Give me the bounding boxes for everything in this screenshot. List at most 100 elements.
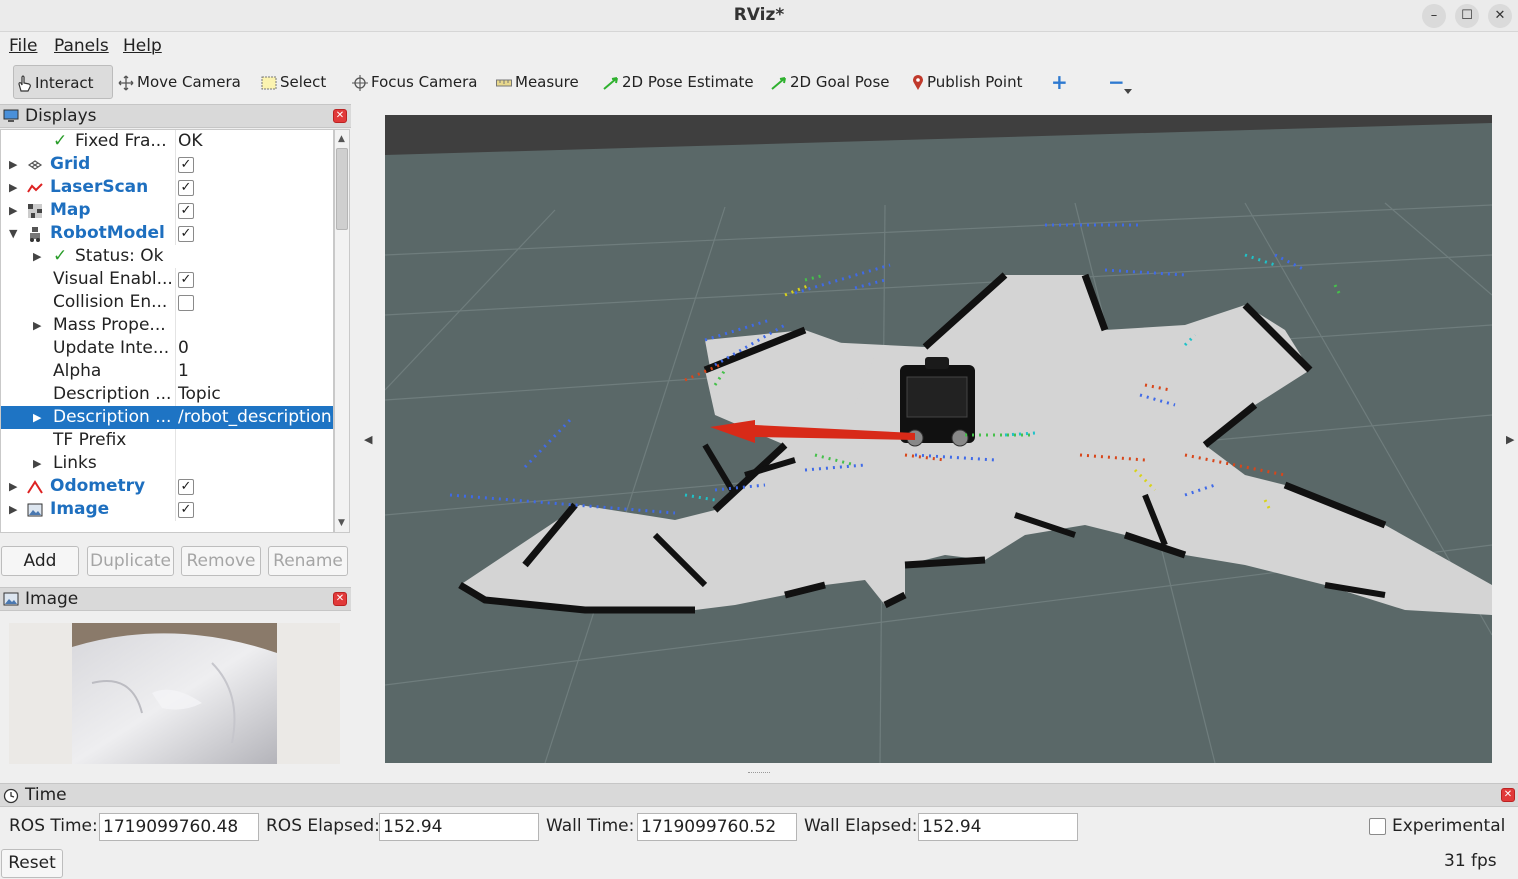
collapse-arrow-icon[interactable]: ▼: [9, 222, 17, 245]
hand-pointer-icon: [18, 74, 31, 92]
displays-panel-header: Displays ✕: [0, 104, 351, 128]
tree-row-collision-enabled[interactable]: Collision En...: [1, 291, 333, 314]
maximize-button[interactable]: ☐: [1455, 4, 1479, 28]
expand-arrow-icon[interactable]: ▶: [9, 153, 17, 176]
tree-row-status[interactable]: ▶ ✓ Status: Ok: [1, 245, 333, 268]
pose-estimate-tool[interactable]: 2D Pose Estimate: [603, 65, 754, 99]
select-tool[interactable]: Select: [261, 65, 326, 99]
tree-row-links[interactable]: ▶ Links: [1, 452, 333, 475]
displays-panel-title: Displays: [25, 106, 97, 126]
scroll-up-icon[interactable]: ▲: [338, 134, 345, 144]
3d-viewport[interactable]: [385, 115, 1492, 763]
goal-pose-tool[interactable]: 2D Goal Pose: [771, 65, 890, 99]
tree-row-robotmodel[interactable]: ▼ RobotModel ✓: [1, 222, 333, 245]
expand-arrow-icon[interactable]: ▶: [9, 199, 17, 222]
tree-row-image[interactable]: ▶ Image ✓: [1, 498, 333, 521]
tree-row-description-topic[interactable]: ▶ Description ... /robot_description: [1, 406, 333, 429]
time-panel-title: Time: [25, 785, 67, 805]
wall-elapsed-label: Wall Elapsed:: [804, 816, 918, 836]
scrollbar-thumb[interactable]: [336, 148, 348, 230]
measure-tool[interactable]: Measure: [496, 65, 579, 99]
row-label: Status: Ok: [75, 246, 164, 266]
row-label: Odometry: [50, 476, 146, 496]
expand-arrow-icon[interactable]: ▶: [9, 475, 17, 498]
focus-camera-tool[interactable]: Focus Camera: [352, 65, 477, 99]
enable-checkbox[interactable]: ✓: [178, 157, 194, 173]
rename-display-button[interactable]: Rename: [268, 546, 348, 576]
tree-row-fixed-frame[interactable]: ✓ Fixed Fra... OK: [1, 130, 333, 153]
tool-dropdown-arrow-icon[interactable]: [1124, 89, 1132, 94]
tree-row-tf-prefix[interactable]: TF Prefix: [1, 429, 333, 452]
publish-point-tool[interactable]: Publish Point: [912, 65, 1022, 99]
close-image-panel-icon[interactable]: ✕: [333, 592, 347, 606]
expand-arrow-icon[interactable]: ▶: [33, 314, 41, 337]
check-icon: ✓: [53, 246, 68, 266]
enable-checkbox[interactable]: ✓: [178, 203, 194, 219]
enable-checkbox[interactable]: ✓: [178, 226, 194, 242]
expand-arrow-icon[interactable]: ▶: [33, 406, 41, 429]
experimental-checkbox[interactable]: [1369, 818, 1386, 835]
map-pin-icon: [913, 74, 923, 90]
enable-checkbox[interactable]: [178, 295, 194, 311]
row-label: Alpha: [53, 361, 102, 381]
tree-row-map[interactable]: ▶ Map ✓: [1, 199, 333, 222]
column-divider: [175, 314, 176, 337]
expand-arrow-icon[interactable]: ▶: [33, 245, 41, 268]
tree-row-mass-properties[interactable]: ▶ Mass Prope...: [1, 314, 333, 337]
minimize-button[interactable]: –: [1422, 4, 1446, 28]
column-divider: [175, 498, 176, 521]
enable-checkbox[interactable]: ✓: [178, 479, 194, 495]
column-divider: [175, 291, 176, 314]
tree-row-odometry[interactable]: ▶ Odometry ✓: [1, 475, 333, 498]
collapse-right-icon[interactable]: ▶: [1506, 433, 1514, 446]
ros-time-field[interactable]: 1719099760.48: [99, 813, 259, 841]
collapse-left-icon[interactable]: ◀: [364, 433, 372, 446]
add-tool-button[interactable]: +: [1051, 65, 1068, 99]
interact-tool[interactable]: Interact: [13, 65, 113, 99]
column-divider: [175, 130, 176, 153]
expand-arrow-icon[interactable]: ▶: [9, 498, 17, 521]
remove-display-button[interactable]: Remove: [181, 546, 261, 576]
select-label: Select: [280, 73, 327, 91]
displays-scrollbar[interactable]: ▲ ▼: [334, 129, 350, 533]
grid-icon: [27, 160, 43, 170]
expand-arrow-icon[interactable]: ▶: [33, 452, 41, 475]
enable-checkbox[interactable]: ✓: [178, 502, 194, 518]
row-label: Fixed Fra...: [75, 131, 167, 151]
reset-button[interactable]: Reset: [1, 849, 63, 878]
enable-checkbox[interactable]: ✓: [178, 272, 194, 288]
menu-file[interactable]: File: [9, 36, 37, 56]
splitter-handle[interactable]: [748, 772, 770, 775]
scroll-down-icon[interactable]: ▼: [338, 518, 345, 528]
image-view: [9, 623, 340, 764]
tree-row-alpha[interactable]: Alpha 1: [1, 360, 333, 383]
measure-label: Measure: [515, 73, 579, 91]
menu-panels[interactable]: Panels: [54, 36, 109, 56]
close-time-panel-icon[interactable]: ✕: [1501, 788, 1515, 802]
row-label: LaserScan: [50, 177, 149, 197]
row-label: Description ...: [53, 384, 172, 404]
experimental-label: Experimental: [1392, 816, 1506, 836]
toolbar: Interact Move Camera Select Focus Camera…: [0, 61, 1518, 103]
wall-elapsed-field[interactable]: 152.94: [918, 813, 1078, 841]
map-icon: [28, 204, 42, 218]
move-camera-tool[interactable]: Move Camera: [118, 65, 241, 99]
tree-row-update-interval[interactable]: Update Inte... 0: [1, 337, 333, 360]
tree-row-visual-enabled[interactable]: Visual Enabl... ✓: [1, 268, 333, 291]
wall-time-field[interactable]: 1719099760.52: [637, 813, 797, 841]
add-display-button[interactable]: Add: [1, 546, 79, 576]
enable-checkbox[interactable]: ✓: [178, 180, 194, 196]
tree-row-grid[interactable]: ▶ Grid ✓: [1, 153, 333, 176]
menu-help[interactable]: Help: [123, 36, 162, 56]
column-divider: [175, 268, 176, 291]
tree-row-laserscan[interactable]: ▶ LaserScan ✓: [1, 176, 333, 199]
tree-row-description-source[interactable]: Description ... Topic: [1, 383, 333, 406]
duplicate-display-button[interactable]: Duplicate: [87, 546, 174, 576]
robot-icon: [30, 227, 40, 242]
remove-tool-button[interactable]: −: [1108, 65, 1125, 99]
row-value: 0: [178, 338, 189, 358]
close-window-button[interactable]: ✕: [1488, 4, 1512, 28]
close-displays-panel-icon[interactable]: ✕: [333, 109, 347, 123]
expand-arrow-icon[interactable]: ▶: [9, 176, 17, 199]
ros-elapsed-field[interactable]: 152.94: [379, 813, 539, 841]
